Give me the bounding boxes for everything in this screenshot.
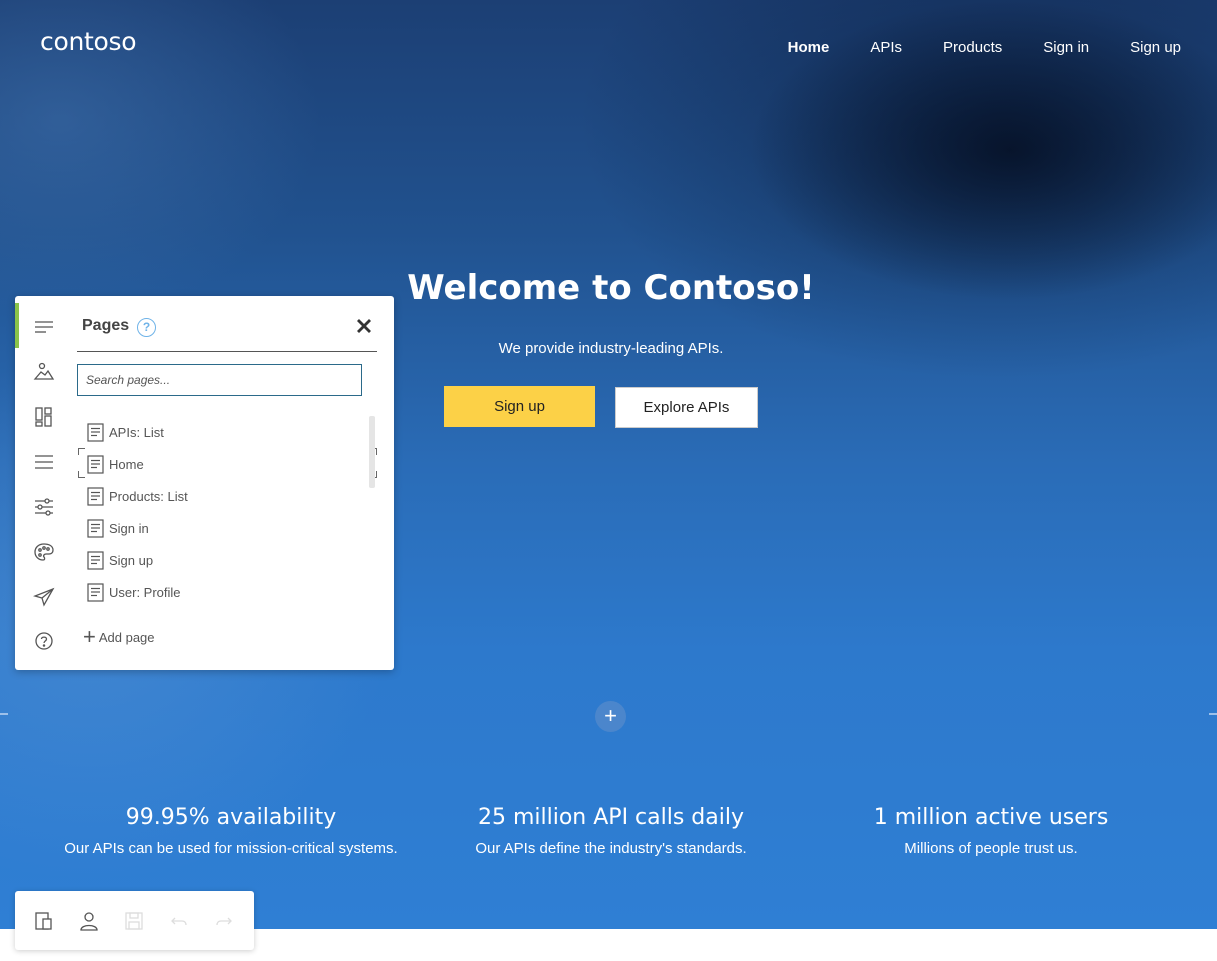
nav-products[interactable]: Products	[943, 39, 1002, 56]
page-list: APIs: List Home Products: List Sign in S…	[77, 416, 372, 608]
styles-icon[interactable]	[33, 541, 55, 563]
page-label: Home	[109, 456, 144, 472]
page-label: Sign up	[109, 552, 154, 568]
page-icon	[87, 486, 104, 506]
stat-title: 25 million API calls daily	[477, 805, 744, 830]
save-icon[interactable]	[123, 910, 145, 932]
stat-description: Our APIs define the industry's standards…	[475, 840, 747, 857]
section-edge-left	[0, 713, 8, 715]
page-icon	[87, 550, 104, 570]
contoso-logo[interactable]: contoso	[40, 27, 137, 56]
list-item[interactable]: Products: List	[77, 480, 372, 512]
panel-divider	[77, 351, 377, 352]
page-label: APIs: List	[109, 424, 164, 440]
page-icon	[87, 454, 104, 474]
page-icon	[87, 422, 104, 442]
stat-api-calls: 25 million API calls daily Our APIs defi…	[421, 805, 801, 857]
pages-icon[interactable]	[33, 316, 55, 338]
search-pages-input[interactable]	[77, 364, 362, 396]
add-page-label: Add page	[98, 629, 155, 645]
stat-description: Our APIs can be used for mission-critica…	[64, 840, 398, 857]
layouts-icon[interactable]	[33, 406, 55, 428]
media-icon[interactable]	[33, 361, 55, 383]
active-indicator	[15, 303, 19, 348]
page-icon	[87, 582, 104, 602]
plus-icon: +	[83, 624, 96, 649]
help-icon[interactable]	[33, 630, 55, 652]
publish-icon[interactable]	[32, 586, 55, 608]
panel-title: Pages	[82, 317, 130, 334]
page-label: User: Profile	[109, 584, 181, 600]
list-item[interactable]: APIs: List	[77, 416, 372, 448]
navigation-icon[interactable]	[33, 451, 55, 473]
top-nav: Home APIs Products Sign in Sign up	[788, 39, 1181, 56]
page-label: Products: List	[109, 488, 188, 504]
user-icon[interactable]	[78, 910, 100, 932]
close-icon[interactable]	[353, 315, 375, 337]
undo-icon[interactable]	[168, 910, 190, 932]
stat-active-users: 1 million active users Millions of peopl…	[801, 805, 1181, 857]
stat-description: Millions of people trust us.	[904, 840, 1078, 857]
bottom-toolbar	[15, 891, 254, 950]
list-item[interactable]: Sign up	[77, 544, 372, 576]
nav-home[interactable]: Home	[788, 39, 830, 56]
section-edge-right	[1209, 713, 1217, 715]
question-icon[interactable]: ?	[137, 318, 156, 337]
page-label: Sign in	[109, 520, 149, 536]
add-section-button[interactable]: +	[595, 701, 626, 732]
hero-sign-up-button[interactable]: Sign up	[444, 386, 595, 427]
stat-title: 99.95% availability	[125, 805, 337, 830]
nav-sign-up[interactable]: Sign up	[1130, 39, 1181, 56]
nav-apis[interactable]: APIs	[870, 39, 902, 56]
add-page-button[interactable]: + Add page	[83, 624, 155, 649]
settings-icon[interactable]	[33, 496, 55, 518]
redo-icon[interactable]	[213, 910, 235, 932]
page-list-scrollbar[interactable]	[369, 416, 375, 488]
stat-title: 1 million active users	[873, 805, 1109, 830]
pages-panel: Pages ? APIs: List Home Products: List S…	[15, 296, 394, 670]
nav-sign-in[interactable]: Sign in	[1043, 39, 1089, 56]
list-item[interactable]: User: Profile	[77, 576, 372, 608]
list-item[interactable]: Home	[77, 448, 372, 480]
stat-availability: 99.95% availability Our APIs can be used…	[41, 805, 421, 857]
viewport-icon[interactable]	[33, 910, 55, 932]
list-item[interactable]: Sign in	[77, 512, 372, 544]
explore-apis-button[interactable]: Explore APIs	[615, 387, 758, 428]
page-icon	[87, 518, 104, 538]
